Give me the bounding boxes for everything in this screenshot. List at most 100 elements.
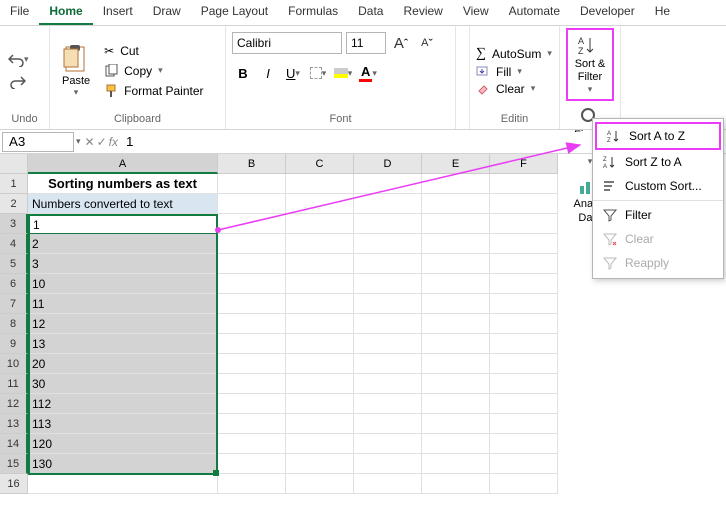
italic-button[interactable]: I [257, 62, 279, 84]
row-header-14[interactable]: 14 [0, 434, 28, 454]
tab-automate[interactable]: Automate [499, 0, 570, 25]
autosum-button[interactable]: ∑AutoSum▾ [476, 46, 552, 62]
col-header-a[interactable]: A [28, 154, 218, 174]
tab-developer[interactable]: Developer [570, 0, 645, 25]
row-header-9[interactable]: 9 [0, 334, 28, 354]
undo-button[interactable]: ▾ [6, 51, 31, 69]
sort-filter-button[interactable]: AZ Sort & Filter▾ [566, 28, 614, 101]
cell-a8[interactable]: 12 [28, 314, 218, 334]
fill-color-button[interactable]: ▾ [332, 62, 354, 84]
row-header-2[interactable]: 2 [0, 194, 28, 214]
tab-page-layout[interactable]: Page Layout [191, 0, 278, 25]
col-header-d[interactable]: D [354, 154, 422, 174]
align-group [456, 26, 470, 129]
tab-help[interactable]: He [645, 0, 680, 25]
cell-a1[interactable]: Sorting numbers as text [28, 174, 218, 194]
row-header-16[interactable]: 16 [0, 474, 28, 494]
clipboard-group-label: Clipboard [56, 113, 219, 127]
tab-insert[interactable]: Insert [93, 0, 143, 25]
row-header-1[interactable]: 1 [0, 174, 28, 194]
cell-a7[interactable]: 11 [28, 294, 218, 314]
cell-a12[interactable]: 112 [28, 394, 218, 414]
fill-button[interactable]: Fill▾ [476, 65, 552, 79]
row-header-7[interactable]: 7 [0, 294, 28, 314]
sort-filter-dropdown: AZ Sort A to Z ZA Sort Z to A Custom Sor… [592, 118, 724, 279]
copy-button[interactable]: Copy▾ [100, 62, 207, 80]
format-painter-button[interactable]: Format Painter [100, 82, 207, 100]
decrease-font-icon[interactable]: Aˇ [416, 32, 438, 54]
reapply-item: Reapply [593, 251, 723, 275]
select-all-corner[interactable] [0, 154, 28, 174]
increase-font-icon[interactable]: Aˆ [390, 32, 412, 54]
row-header-11[interactable]: 11 [0, 374, 28, 394]
border-button[interactable]: ▾ [307, 62, 329, 84]
tab-file[interactable]: File [0, 0, 39, 25]
name-box[interactable] [2, 132, 74, 152]
cell-a2[interactable]: Numbers converted to text [28, 194, 218, 214]
sort-az-icon: AZ [607, 129, 621, 143]
cell-a11[interactable]: 30 [28, 374, 218, 394]
sort-a-to-z-item[interactable]: AZ Sort A to Z [595, 122, 721, 150]
tab-draw[interactable]: Draw [143, 0, 191, 25]
enter-formula-icon[interactable]: ✓ [97, 135, 107, 149]
row-header-6[interactable]: 6 [0, 274, 28, 294]
fx-icon[interactable]: fx [109, 135, 118, 149]
svg-text:Z: Z [578, 46, 584, 56]
cell-a15[interactable]: 130 [28, 454, 218, 474]
copy-icon [104, 64, 118, 78]
cut-button[interactable]: ✂Cut [100, 42, 207, 60]
row-header-10[interactable]: 10 [0, 354, 28, 374]
cell-a14[interactable]: 120 [28, 434, 218, 454]
row-header-15[interactable]: 15 [0, 454, 28, 474]
row-header-4[interactable]: 4 [0, 234, 28, 254]
bold-button[interactable]: B [232, 62, 254, 84]
svg-text:Z: Z [607, 138, 611, 143]
redo-button[interactable] [8, 73, 28, 91]
cell-a4[interactable]: 2 [28, 234, 218, 254]
row-header-5[interactable]: 5 [0, 254, 28, 274]
svg-text:Z: Z [603, 157, 607, 163]
eraser-icon [476, 83, 490, 95]
underline-button[interactable]: U▾ [282, 62, 304, 84]
row-header-13[interactable]: 13 [0, 414, 28, 434]
brush-icon [104, 84, 118, 98]
cell-a3[interactable]: 1 [28, 214, 218, 234]
filter-item[interactable]: Filter [593, 203, 723, 227]
row-header-3[interactable]: 3 [0, 214, 28, 234]
col-header-e[interactable]: E [422, 154, 490, 174]
font-group: Aˆ Aˇ B I U▾ ▾ ▾ A▾ Font [226, 26, 456, 129]
funnel-clear-icon [603, 232, 617, 246]
paste-button[interactable]: Paste ▾ [56, 41, 96, 100]
cell-a6[interactable]: 10 [28, 274, 218, 294]
cell-a16[interactable] [28, 474, 218, 494]
cell-a9[interactable]: 13 [28, 334, 218, 354]
sort-z-to-a-item[interactable]: ZA Sort Z to A [593, 150, 723, 174]
tab-review[interactable]: Review [393, 0, 452, 25]
col-header-f[interactable]: F [490, 154, 558, 174]
editing-group-label: Editin [476, 113, 553, 127]
cell-b1[interactable] [218, 174, 286, 194]
cell-a10[interactable]: 20 [28, 354, 218, 374]
tab-view[interactable]: View [453, 0, 499, 25]
font-name-input[interactable] [232, 32, 342, 54]
sigma-icon: ∑ [476, 46, 486, 62]
cell-a5[interactable]: 3 [28, 254, 218, 274]
funnel-icon [603, 208, 617, 222]
svg-text:A: A [607, 131, 611, 137]
row-header-12[interactable]: 12 [0, 394, 28, 414]
tab-data[interactable]: Data [348, 0, 393, 25]
row-header-8[interactable]: 8 [0, 314, 28, 334]
clear-filter-item: Clear [593, 227, 723, 251]
clear-button[interactable]: Clear▾ [476, 82, 552, 96]
col-header-c[interactable]: C [286, 154, 354, 174]
cancel-formula-icon[interactable]: ✕ [85, 135, 95, 149]
col-header-b[interactable]: B [218, 154, 286, 174]
tab-formulas[interactable]: Formulas [278, 0, 348, 25]
font-color-button[interactable]: A▾ [357, 62, 379, 84]
font-size-input[interactable] [346, 32, 386, 54]
cell-a13[interactable]: 113 [28, 414, 218, 434]
clipboard-group: Paste ▾ ✂Cut Copy▾ Format Painter Clipbo… [50, 26, 226, 129]
tab-home[interactable]: Home [39, 0, 92, 25]
custom-sort-item[interactable]: Custom Sort... [593, 174, 723, 198]
undo-group-label: Undo [6, 113, 43, 127]
